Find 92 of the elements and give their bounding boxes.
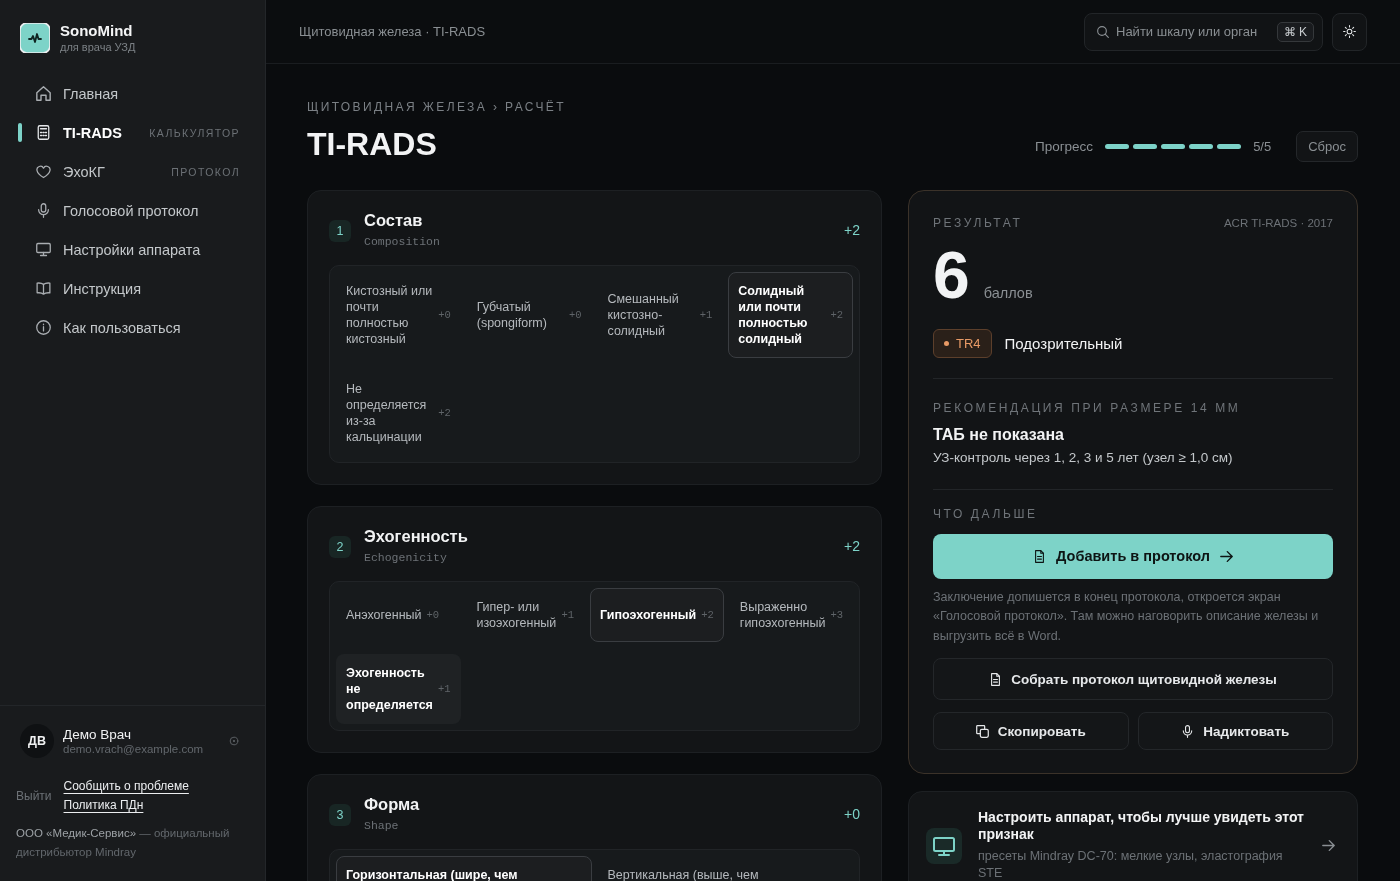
next-steps-heading: ЧТО ДАЛЬШЕ <box>933 506 1039 521</box>
score-unit: баллов <box>983 284 1033 301</box>
recommendation-heading: РЕКОМЕНДАЦИЯ ПРИ РАЗМЕРЕ 14 ММ <box>933 400 1242 415</box>
option-points: +2 <box>438 405 451 421</box>
category-label: Подозрительный <box>1004 334 1123 352</box>
breadcrumb: Щитовидная железа · TI-RADS <box>299 24 486 39</box>
option-button[interactable]: Анэхогенный +0 <box>336 587 461 642</box>
page-title: TI-RADS <box>307 126 438 163</box>
action-button[interactable]: Надиктовать <box>1137 712 1333 751</box>
nav-tag: КАЛЬКУЛЯТОР <box>149 126 240 139</box>
option-button[interactable]: Вертикальная (выше, чем <box>597 855 853 881</box>
criterion-subtitle: Echogenicity <box>364 550 448 564</box>
calculator-icon <box>36 125 51 140</box>
criterion-subtitle: Shape <box>364 818 400 832</box>
scale-source: ACR TI-RADS · 2017 <box>1223 216 1333 229</box>
total-score: 6 <box>933 241 970 308</box>
microphone-icon <box>1181 724 1195 738</box>
footer-link[interactable]: Политика ПДн <box>63 798 144 812</box>
user-email: demo.vrach@example.com <box>63 743 204 755</box>
nav-tag: ПРОТОКОЛ <box>171 165 240 178</box>
theme-toggle-button[interactable] <box>1332 12 1367 51</box>
tip-title: Настроить аппарат, чтобы лучше увидеть этот признак <box>978 809 1305 844</box>
option-button[interactable]: Кистозный или почти полностью кистозный +0 <box>336 271 461 358</box>
copy-icon <box>975 724 989 738</box>
section-breadcrumb: ЩИТОВИДНАЯ ЖЕЛЕЗА › РАСЧЁТ <box>307 100 566 114</box>
option-button[interactable]: Губчатый (spongiform) +0 <box>466 271 592 358</box>
reset-button[interactable]: Сброс <box>1296 130 1358 162</box>
monitor-icon <box>36 242 51 257</box>
tip-card[interactable]: Настроить аппарат, чтобы лучше увидеть этот признак пресеты Mindray DC-70: мелкие узлы, эластография STE <box>908 791 1358 881</box>
criterion-title: Эхогенность <box>364 526 468 546</box>
distributor-note: ООО «Медик-Сервис» — официальный дистрибьютор Mindray <box>16 826 231 860</box>
nav-item[interactable]: Настройки аппарата <box>18 230 240 269</box>
info-icon <box>36 320 51 335</box>
option-points: +1 <box>437 681 451 697</box>
criterion-score: +0 <box>844 805 860 822</box>
nav-item[interactable]: Главная <box>18 74 240 113</box>
home-icon <box>36 86 51 101</box>
nav-item[interactable]: Голосовой протокол <box>18 191 240 230</box>
option-points: +0 <box>568 307 582 323</box>
nav-item[interactable]: ЭхоКГ ПРОТОКОЛ <box>18 152 240 191</box>
document-icon <box>989 672 1003 686</box>
option-points: +2 <box>701 607 714 623</box>
option-points: +0 <box>438 307 451 323</box>
option-button[interactable]: Солидный или почти полностью солидный +2 <box>728 271 853 358</box>
step-number: 1 <box>329 219 351 242</box>
add-to-protocol-button[interactable]: Добавить в протокол <box>933 533 1333 579</box>
help-text: Заключение допишется в конец протокола, откроется экран «Голосовой протокол». Там можно наговорить описание железы и выгрузить всё в Word. <box>933 588 1320 645</box>
nav-item[interactable]: Инструкция <box>18 269 240 308</box>
microphone-icon <box>36 203 51 218</box>
option-points: +1 <box>699 307 713 323</box>
build-protocol-button[interactable]: Собрать протокол щитовидной железы <box>933 658 1333 701</box>
heart-icon <box>36 164 51 179</box>
criterion-title: Состав <box>364 210 424 230</box>
footer-link[interactable]: Сообщить о проблеме <box>63 779 189 793</box>
dot-icon <box>944 340 949 346</box>
nav-item[interactable]: TI-RADS КАЛЬКУЛЯТОР <box>18 113 240 152</box>
search-icon <box>1097 25 1109 38</box>
option-button[interactable]: Гипоэхогенный +2 <box>590 587 724 642</box>
arrow-right-icon <box>1219 549 1233 563</box>
option-points: +2 <box>830 307 843 323</box>
monitor-icon <box>926 827 962 864</box>
avatar: ДВ <box>20 724 54 758</box>
user-name: Демо Врач <box>63 727 132 742</box>
progress-reading: 5/5 <box>1253 138 1272 154</box>
recommendation-title: ТАБ не показана <box>933 425 1065 444</box>
criterion-subtitle: Composition <box>364 234 440 248</box>
sun-icon <box>1343 25 1356 38</box>
arrow-right-icon <box>1322 839 1335 853</box>
tip-text: пресеты Mindray DC-70: мелкие узлы, эластография STE <box>978 848 1284 881</box>
action-button[interactable]: Скопировать <box>933 712 1129 751</box>
document-icon <box>1033 549 1047 563</box>
waveform-logo-icon <box>20 22 50 53</box>
criterion-title: Форма <box>364 794 420 814</box>
option-button[interactable]: Эхогенность не определяется +1 <box>336 653 461 724</box>
result-heading: РЕЗУЛЬТАТ <box>933 215 1023 230</box>
category-badge: TR4 <box>933 328 992 358</box>
recommendation-text: УЗ-контроль через 1, 2, 3 и 5 лет (узел ≥ 1,0 см) <box>933 449 1234 465</box>
progress-label: Прогресс <box>1034 138 1094 154</box>
option-points: +1 <box>561 607 575 623</box>
open-book-icon <box>36 281 51 296</box>
app-tagline: для врача УЗД <box>60 41 136 53</box>
app-name: SonoMind <box>60 22 134 39</box>
logout-link[interactable]: Выйти <box>16 788 52 803</box>
option-button[interactable]: Горизонтальная (шире, чем <box>336 855 592 881</box>
option-points: +0 <box>426 607 440 623</box>
step-number: 2 <box>329 535 351 558</box>
criterion-score: +2 <box>844 537 860 554</box>
step-number: 3 <box>329 803 351 826</box>
nav-item[interactable]: Как пользоваться <box>18 308 240 347</box>
option-points: +3 <box>830 607 843 623</box>
criterion-score: +2 <box>844 221 860 238</box>
option-button[interactable]: Смешанный кистозно-солидный +1 <box>597 271 723 358</box>
